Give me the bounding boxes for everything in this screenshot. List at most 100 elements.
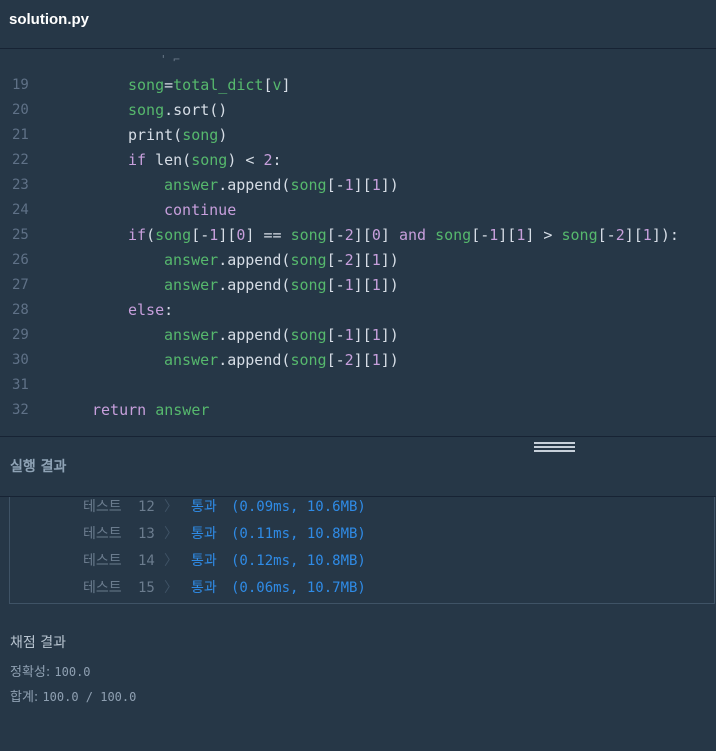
line-number: 19 (12, 77, 29, 93)
code-token: len( (155, 151, 192, 169)
code-token: 1 (344, 276, 354, 294)
code-token: 2 (344, 351, 354, 369)
code-token: .append( (218, 251, 291, 269)
code-token: if (128, 226, 147, 244)
code-line[interactable]: 24 continue (0, 198, 716, 223)
code-token: 0 (371, 226, 381, 244)
test-label: 테스트 (83, 499, 122, 515)
test-row[interactable]: 테스트 15 〉 통과 (0.06ms, 10.7MB) (10, 575, 710, 602)
code-line[interactable]: 29 answer.append(song[-1][1]) (0, 323, 716, 348)
code-token: [ (263, 76, 273, 94)
test-number: 12 (138, 499, 155, 515)
test-row[interactable]: 테스트 12 〉 통과 (0.09ms, 10.6MB) (10, 497, 710, 521)
test-number: 14 (138, 553, 155, 569)
code-token: 2 (344, 226, 354, 244)
code-token: ][ (218, 226, 237, 244)
code-token: 2 (263, 151, 273, 169)
total-label: 합계: (10, 690, 43, 705)
code-token: song (290, 251, 327, 269)
line-number: 23 (12, 177, 29, 193)
code-token: [- (326, 251, 345, 269)
code-token: ]) (380, 176, 399, 194)
code-token: .append( (218, 276, 291, 294)
test-detail: (0.12ms, 10.8MB) (231, 553, 366, 569)
code-line[interactable]: 20 song.sort() (0, 98, 716, 123)
code-token: else (128, 301, 165, 319)
code-token: song (435, 226, 472, 244)
code-line[interactable]: 28 else: (0, 298, 716, 323)
test-row[interactable]: 테스트 14 〉 통과 (0.12ms, 10.8MB) (10, 548, 710, 575)
code-token: song (290, 226, 327, 244)
code-token: ]) (380, 326, 399, 344)
test-result-list[interactable]: 테스트 12 〉 통과 (0.09ms, 10.6MB) 테스트 13 〉 통과 (0.11ms,… (9, 497, 715, 604)
code-token: [- (326, 276, 345, 294)
code-line[interactable]: 27 answer.append(song[-1][1]) (0, 273, 716, 298)
code-token: answer (164, 276, 219, 294)
code-line[interactable]: 32 return answer (0, 398, 716, 423)
accuracy-line: 정확성: 100.0 (10, 661, 91, 680)
code-text: if len(song) < 2: (128, 148, 282, 173)
chevron-right-icon: 〉 (164, 553, 178, 569)
code-editor[interactable]: ' ⌐ 19 song=total_dict[v] 20 song.sort() 21 p… (0, 49, 716, 436)
code-token: song (290, 176, 327, 194)
code-token: v (272, 76, 282, 94)
code-token: [- (191, 226, 210, 244)
clipped-line-fragment: ' ⌐ (160, 53, 180, 66)
line-number: 24 (12, 202, 29, 218)
code-token: 1 (209, 226, 219, 244)
code-token: song (290, 326, 327, 344)
result-title: 실행 결과 (10, 459, 67, 475)
code-token: ]) (380, 351, 399, 369)
code-token: [- (326, 326, 345, 344)
code-token: ]): (651, 226, 679, 244)
code-token: ][ (353, 176, 372, 194)
code-line[interactable]: 31 (0, 373, 716, 398)
resize-handle-icon[interactable] (534, 442, 575, 454)
code-token: ] == (245, 226, 291, 244)
code-token: ) (218, 126, 228, 144)
code-token: song (128, 76, 165, 94)
code-token: .append( (218, 326, 291, 344)
code-token: 1 (371, 276, 381, 294)
code-token: answer (164, 251, 219, 269)
code-text: else: (128, 298, 173, 323)
code-token: 2 (344, 251, 354, 269)
code-line[interactable]: 21 print(song) (0, 123, 716, 148)
code-text: song.sort() (128, 98, 227, 123)
code-line[interactable]: 22 if len(song) < 2: (0, 148, 716, 173)
grading-title: 채점 결과 (10, 635, 66, 651)
accuracy-label: 정확성: (10, 665, 55, 680)
code-token: answer (164, 326, 219, 344)
code-text: answer.append(song[-2][1]) (164, 348, 399, 373)
code-line[interactable]: 26 answer.append(song[-2][1]) (0, 248, 716, 273)
line-number: 21 (12, 127, 29, 143)
test-label: 테스트 (83, 526, 122, 542)
test-status: 통과 (191, 526, 217, 542)
line-number: 29 (12, 327, 29, 343)
code-token: song (128, 101, 165, 119)
code-line[interactable]: 30 answer.append(song[-2][1]) (0, 348, 716, 373)
code-token: .sort() (164, 101, 228, 119)
code-token: ]) (380, 276, 399, 294)
code-token: : (272, 151, 282, 169)
line-number: 28 (12, 302, 29, 318)
chevron-right-icon: 〉 (164, 499, 178, 515)
code-token: 1 (642, 226, 652, 244)
test-row[interactable]: 테스트 13 〉 통과 (0.11ms, 10.8MB) (10, 521, 710, 548)
chevron-right-icon: 〉 (164, 526, 178, 542)
code-line[interactable]: 19 song=total_dict[v] (0, 73, 716, 98)
code-token: if (128, 151, 156, 169)
grading-section: 채점 결과 정확성: 100.0 합계: 100.0 / 100.0 (0, 604, 716, 751)
code-token: 1 (344, 176, 354, 194)
code-line[interactable]: 25 if(song[-1][0] == song[-2][0] and song… (0, 223, 716, 248)
code-token: 1 (344, 326, 354, 344)
code-token: [- (326, 176, 345, 194)
code-text: continue (164, 198, 236, 223)
code-line[interactable]: 23 answer.append(song[-1][1]) (0, 173, 716, 198)
code-token: .append( (218, 351, 291, 369)
code-text: answer.append(song[-2][1]) (164, 248, 399, 273)
code-token: 1 (371, 351, 381, 369)
code-token: song (290, 276, 327, 294)
code-token: ][ (353, 326, 372, 344)
